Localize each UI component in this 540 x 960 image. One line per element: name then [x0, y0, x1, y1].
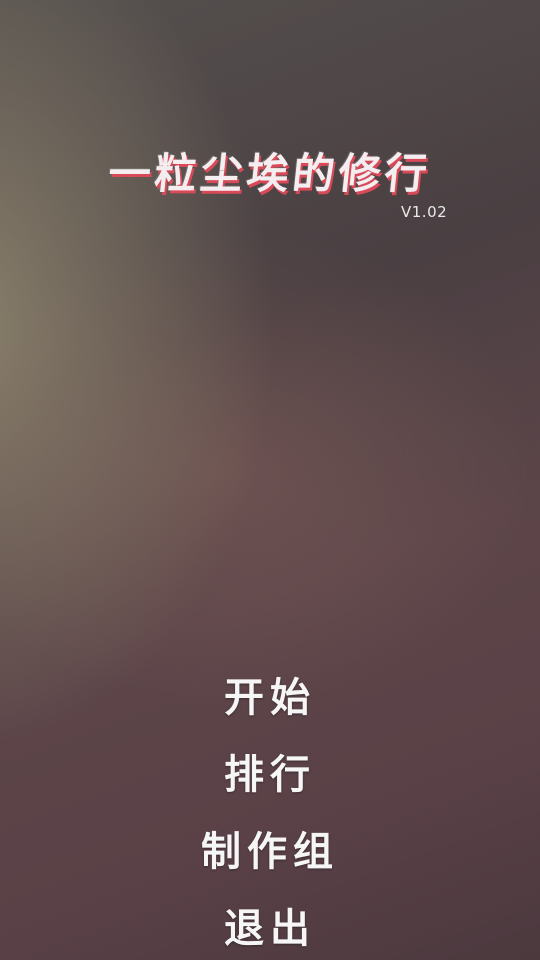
ranking-button[interactable]: 排行	[224, 745, 316, 822]
start-button[interactable]: 开始	[224, 668, 316, 745]
title-screen: 一粒尘埃的修行 V1.02 开始 排行 制作组 退出	[0, 0, 540, 960]
version-label: V1.02	[401, 203, 448, 221]
credits-button[interactable]: 制作组	[201, 822, 339, 899]
exit-button[interactable]: 退出	[224, 899, 316, 960]
main-menu: 开始 排行 制作组 退出	[0, 668, 540, 960]
game-title: 一粒尘埃的修行	[106, 149, 434, 198]
